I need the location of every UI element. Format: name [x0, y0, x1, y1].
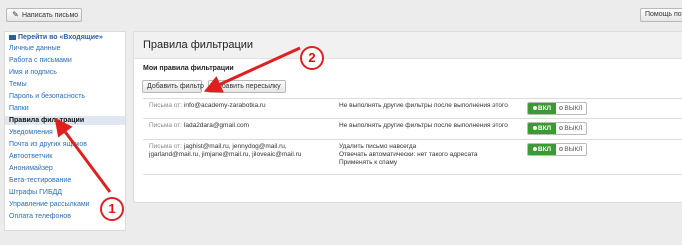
- annotation-badge-1: 1: [100, 197, 124, 221]
- annotation-arrow-1: [54, 117, 112, 193]
- annotation-badge-2: 2: [300, 46, 324, 70]
- annotation-arrow-2: [203, 46, 301, 93]
